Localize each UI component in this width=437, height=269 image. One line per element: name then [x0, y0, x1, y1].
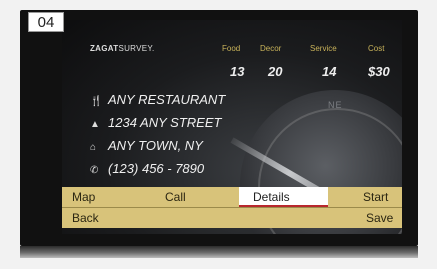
restaurant-name-row: 🍴 ANY RESTAURANT [90, 92, 225, 107]
save-softkey[interactable]: Save [366, 208, 393, 228]
phone-row: ✆ (123) 456 - 7890 [90, 161, 204, 176]
city-row: ⌂ ANY TOWN, NY [90, 138, 203, 153]
start-softkey[interactable]: Start [363, 187, 388, 207]
phone-icon: ✆ [90, 165, 99, 176]
call-softkey[interactable]: Call [165, 187, 186, 207]
figure-number-badge: 04 [28, 12, 64, 32]
street-row: ▲ 1234 ANY STREET [90, 115, 221, 130]
rating-value-decor: 20 [268, 64, 283, 79]
street-address: 1234 ANY STREET [108, 115, 222, 130]
softkey-bar-top: Map Call Details Start [62, 187, 402, 207]
back-softkey[interactable]: Back [72, 208, 99, 228]
zagat-logo: ZAGATSURVEY. [90, 44, 155, 53]
softkey-bar-bottom: Back Save [62, 208, 402, 228]
restaurant-icon: 🍴 [90, 96, 103, 107]
rating-value-cost: $30 [368, 64, 390, 79]
restaurant-name: ANY RESTAURANT [108, 92, 226, 107]
rating-header-cost: Cost [368, 44, 385, 53]
city-address: ANY TOWN, NY [108, 138, 203, 153]
bezel-trim [20, 246, 418, 258]
rating-header-decor: Decor [260, 44, 282, 53]
city-icon: ⌂ [90, 142, 97, 153]
rating-value-service: 14 [322, 64, 337, 79]
rating-header-food: Food [222, 44, 241, 53]
compass-ne-label: NE [328, 100, 343, 110]
zagat-logo-rest: SURVEY. [118, 44, 155, 53]
rating-value-food: 13 [230, 64, 245, 79]
phone-number: (123) 456 - 7890 [108, 161, 205, 176]
street-icon: ▲ [90, 119, 100, 130]
zagat-logo-bold: ZAGAT [90, 44, 119, 53]
details-softkey[interactable]: Details [239, 187, 328, 207]
map-softkey[interactable]: Map [72, 187, 95, 207]
rating-header-service: Service [310, 44, 337, 53]
